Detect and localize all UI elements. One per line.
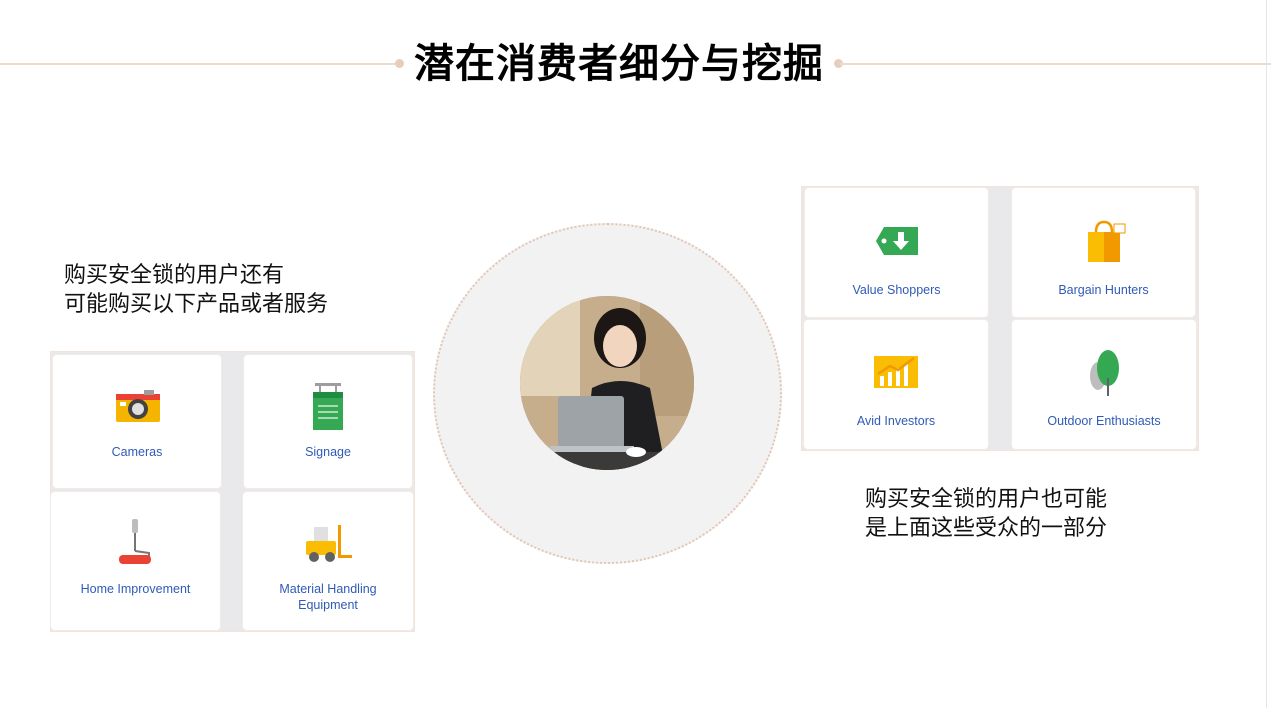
card-value-shoppers[interactable]: Value Shoppers	[805, 188, 988, 317]
card-label: Material Handling	[279, 582, 377, 596]
card-label: Bargain Hunters	[1058, 283, 1149, 297]
card-label: Outdoor Enthusiasts	[1047, 414, 1161, 428]
right-card-grid: Value Shoppers Bargain Hunters Avid Inve…	[801, 186, 1199, 451]
slide-edge	[1266, 0, 1267, 708]
card-material-handling[interactable]: Material Handling Equipment	[243, 492, 413, 630]
paint-roller-icon	[119, 519, 151, 564]
title-dot-left	[395, 59, 404, 68]
shopping-bag-icon	[1088, 220, 1126, 262]
card-avid-investors[interactable]: Avid Investors	[804, 320, 988, 449]
left-caption: 购买安全锁的用户还有 可能购买以下产品或者服务	[64, 261, 328, 319]
right-caption-line-1: 购买安全锁的用户也可能	[865, 487, 1108, 512]
left-card-grid: Cameras Signage Home Improvement Materia…	[50, 351, 415, 632]
left-caption-line-1: 购买安全锁的用户还有	[64, 263, 285, 288]
tree-icon	[1090, 350, 1119, 396]
growth-chart-icon	[874, 356, 918, 388]
page-title: 潜在消费者细分与挖掘	[414, 41, 824, 87]
card-home-improvement[interactable]: Home Improvement	[51, 492, 220, 630]
left-caption-line-2: 可能购买以下产品或者服务	[64, 292, 329, 317]
woman-on-phone-image	[520, 296, 694, 470]
card-cameras[interactable]: Cameras	[53, 355, 221, 488]
card-label: Cameras	[111, 445, 163, 459]
card-label: Signage	[305, 445, 351, 459]
card-bargain-hunters[interactable]: Bargain Hunters	[1012, 188, 1195, 317]
card-label-line-2: Equipment	[298, 598, 358, 612]
card-label: Value Shoppers	[852, 283, 941, 297]
customer-photo	[520, 296, 694, 470]
card-label: Home Improvement	[80, 582, 191, 596]
card-label: Avid Investors	[856, 414, 936, 428]
price-tag-icon	[876, 227, 918, 255]
forklift-icon	[306, 525, 352, 562]
title-rule-left	[0, 63, 396, 65]
title-rule-right	[840, 63, 1271, 65]
camera-icon	[116, 390, 160, 422]
card-signage[interactable]: Signage	[244, 355, 412, 488]
right-caption: 购买安全锁的用户也可能 是上面这些受众的一部分	[865, 485, 1107, 543]
card-outdoor-enthusiasts[interactable]: Outdoor Enthusiasts	[1012, 320, 1196, 449]
signage-icon	[313, 383, 343, 430]
right-caption-line-2: 是上面这些受众的一部分	[865, 516, 1108, 541]
